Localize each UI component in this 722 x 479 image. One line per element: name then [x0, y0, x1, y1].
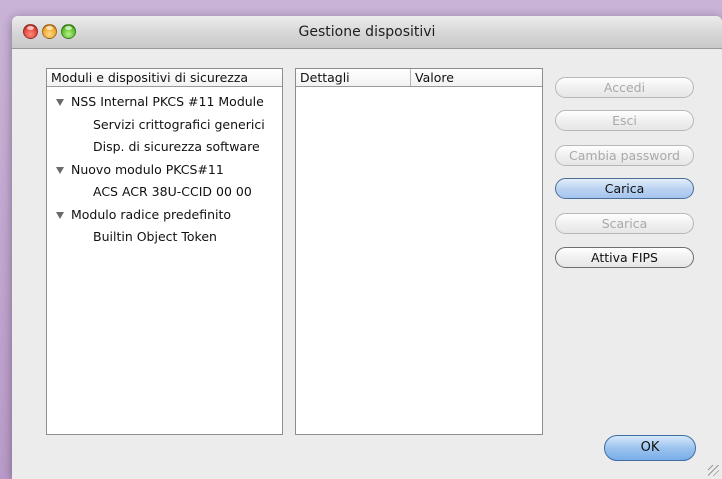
details-table[interactable]: Dettagli Valore: [295, 68, 543, 435]
tree-item-label: NSS Internal PKCS #11 Module: [71, 94, 264, 109]
load-button[interactable]: Carica: [555, 178, 694, 199]
window-title: Gestione dispositivi: [298, 24, 436, 40]
tree-header-label: Moduli e dispositivi di sicurezza: [51, 70, 249, 85]
column-header-value[interactable]: Valore: [411, 69, 542, 86]
disclosure-triangle-icon[interactable]: [56, 99, 64, 106]
change-password-button[interactable]: Cambia password: [555, 145, 694, 166]
disclosure-triangle-icon[interactable]: [56, 211, 64, 219]
details-header: Dettagli Valore: [296, 69, 542, 87]
tree-item-label: Servizi crittografici generici: [93, 116, 265, 132]
tree-item-software-security-device[interactable]: Disp. di sicurezza software: [47, 136, 282, 159]
disclosure-triangle-icon[interactable]: [56, 166, 64, 174]
tree-item-nss-internal[interactable]: NSS Internal PKCS #11 Module: [47, 91, 282, 114]
tree-item-acs-acr38u[interactable]: ACS ACR 38U-CCID 00 00: [47, 181, 282, 204]
enable-fips-button[interactable]: Attiva FIPS: [555, 247, 694, 268]
tree-item-root-module[interactable]: Modulo radice predefinito: [47, 204, 282, 227]
tree-item-generic-crypto[interactable]: Servizi crittografici generici: [47, 114, 282, 137]
column-header-details[interactable]: Dettagli: [296, 69, 411, 86]
tree-item-label: Builtin Object Token: [93, 229, 217, 244]
ok-button[interactable]: OK: [604, 435, 696, 461]
tree-header[interactable]: Moduli e dispositivi di sicurezza: [47, 69, 282, 87]
login-button[interactable]: Accedi: [555, 77, 694, 98]
tree-item-label: ACS ACR 38U-CCID 00 00: [93, 184, 252, 199]
tree-item-new-pkcs11-module[interactable]: Nuovo modulo PKCS#11: [47, 159, 282, 182]
modules-tree[interactable]: Moduli e dispositivi di sicurezza NSS In…: [46, 68, 283, 435]
logout-button[interactable]: Esci: [555, 110, 694, 131]
tree-item-label: Nuovo modulo PKCS#11: [71, 161, 224, 177]
device-manager-window: Gestione dispositivi Moduli e dispositiv…: [12, 16, 722, 479]
unload-button[interactable]: Scarica: [555, 213, 694, 234]
titlebar[interactable]: Gestione dispositivi: [12, 16, 722, 49]
resize-grip-icon[interactable]: [708, 465, 719, 476]
tree-item-label: Modulo radice predefinito: [71, 206, 232, 222]
tree-item-builtin-object-token[interactable]: Builtin Object Token: [47, 226, 282, 249]
tree-list: NSS Internal PKCS #11 Module Servizi cri…: [47, 87, 282, 249]
tree-item-label: Disp. di sicurezza software: [93, 139, 260, 154]
